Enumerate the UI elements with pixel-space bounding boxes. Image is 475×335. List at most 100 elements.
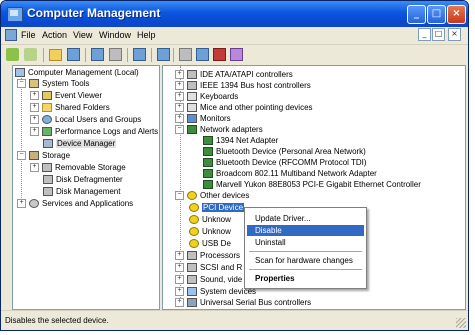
tree-item-label: Broadcom 802.11 Multiband Network Adapte… — [216, 169, 377, 178]
context-properties[interactable]: Properties — [247, 273, 364, 284]
resize-grip-icon[interactable] — [456, 318, 466, 328]
tree-item-services-and-applications[interactable]: + Services and Applications — [17, 198, 133, 209]
title-bar[interactable]: Computer Management _ □ × — [1, 1, 468, 27]
properties-icon[interactable] — [91, 48, 104, 61]
collapse-icon[interactable]: − — [17, 79, 26, 89]
tree-item-performance-logs[interactable]: + Performance Logs and Alerts — [30, 126, 158, 137]
mdi-close-button[interactable]: × — [448, 28, 461, 41]
tree-item-disk-management[interactable]: Disk Management — [43, 186, 120, 197]
menu-system-icon[interactable] — [5, 29, 17, 41]
tree-item-unknown-device[interactable]: Unknow — [189, 226, 231, 237]
expand-icon[interactable]: + — [175, 275, 184, 285]
expand-icon[interactable]: + — [30, 115, 39, 125]
context-uninstall[interactable]: Uninstall — [247, 237, 364, 248]
expand-icon[interactable]: + — [30, 91, 39, 101]
tree-item-computer-management-local[interactable]: Computer Management (Local) — [15, 67, 139, 78]
context-disable[interactable]: Disable — [247, 225, 364, 236]
collapse-icon[interactable]: − — [17, 151, 26, 161]
computer-icon[interactable] — [157, 48, 170, 61]
tree-item-pci-device[interactable]: PCI Device — [189, 202, 245, 213]
disable-icon[interactable] — [230, 48, 243, 61]
collapse-icon[interactable]: − — [175, 191, 184, 201]
tree-item-network-adapters[interactable]: − Network adapters — [175, 124, 263, 135]
tree-item-removable-storage[interactable]: + Removable Storage — [30, 162, 126, 173]
expand-icon[interactable]: + — [175, 92, 184, 102]
status-bar: Disables the selected device. — [1, 310, 468, 330]
removable-storage-icon — [42, 163, 52, 173]
tree-item-local-users-and-groups[interactable]: + Local Users and Groups — [30, 114, 141, 125]
tree-item-shared-folders[interactable]: + Shared Folders — [30, 102, 110, 113]
tree-item-device-manager[interactable]: Device Manager — [43, 138, 117, 149]
expand-icon[interactable]: + — [175, 70, 184, 80]
tree-item-disk-defragmenter[interactable]: Disk Defragmenter — [43, 174, 123, 185]
tree-item-label: Services and Applications — [42, 199, 134, 208]
expand-icon[interactable]: + — [30, 103, 39, 113]
menu-action[interactable]: Action — [42, 30, 67, 40]
menu-file[interactable]: File — [21, 30, 36, 40]
expand-icon[interactable]: + — [30, 127, 39, 137]
context-menu: Update Driver... Disable Uninstall Scan … — [244, 207, 367, 289]
tree-item-ide-controllers[interactable]: + IDE ATA/ATAPI controllers — [175, 69, 293, 80]
show-hide-tree-icon[interactable] — [67, 48, 80, 61]
console-tree[interactable]: Computer Management (Local) − System Tool… — [12, 65, 160, 310]
tree-item-sound[interactable]: + Sound, vide — [175, 274, 242, 285]
mdi-minimize-button[interactable]: _ — [418, 28, 431, 41]
tree-item-marvell-yukon[interactable]: Marvell Yukon 88E8053 PCI-E Gigabit Ethe… — [203, 179, 421, 190]
tree-item-monitors[interactable]: + Monitors — [175, 113, 231, 124]
expand-icon[interactable]: + — [175, 114, 184, 124]
tree-item-other-devices[interactable]: − Other devices — [175, 190, 249, 201]
context-update-driver[interactable]: Update Driver... — [247, 213, 364, 224]
tree-item-label: Computer Management (Local) — [28, 68, 139, 77]
expand-icon[interactable]: + — [175, 287, 184, 297]
tree-item-bluetooth-rfcomm[interactable]: Bluetooth Device (RFCOMM Protocol TDI) — [203, 157, 367, 168]
expand-icon[interactable]: + — [175, 81, 184, 91]
close-button[interactable]: × — [447, 5, 466, 24]
tree-item-system-tools[interactable]: − System Tools — [17, 78, 89, 89]
tree-item-usb-controllers[interactable]: + Universal Serial Bus controllers — [175, 297, 311, 308]
expand-icon[interactable]: + — [175, 103, 184, 113]
context-scan-hardware[interactable]: Scan for hardware changes — [247, 255, 364, 266]
tree-item-label: Other devices — [200, 191, 250, 200]
tree-item-label: System Tools — [42, 79, 90, 88]
tree-item-unknown-device[interactable]: Unknow — [189, 214, 231, 225]
tree-item-label: Shared Folders — [55, 103, 110, 112]
expand-icon[interactable]: + — [30, 163, 39, 173]
keyboard-icon — [187, 92, 197, 102]
disk-icon — [43, 187, 53, 197]
maximize-button[interactable]: □ — [427, 5, 446, 24]
menu-window[interactable]: Window — [99, 30, 131, 40]
back-arrow-icon[interactable] — [6, 48, 19, 61]
up-folder-icon[interactable] — [49, 49, 62, 61]
print-icon[interactable] — [109, 48, 122, 61]
expand-icon[interactable]: + — [175, 251, 184, 261]
toolbar-separator — [173, 48, 174, 62]
menu-help[interactable]: Help — [137, 30, 156, 40]
update-driver-icon[interactable] — [196, 48, 209, 61]
tree-item-keyboards[interactable]: + Keyboards — [175, 91, 238, 102]
mdi-restore-button[interactable]: □ — [432, 28, 445, 41]
tree-item-processors[interactable]: + Processors — [175, 250, 240, 261]
tree-item-broadcom-adapter[interactable]: Broadcom 802.11 Multiband Network Adapte… — [203, 168, 377, 179]
forward-arrow-icon[interactable] — [24, 48, 37, 61]
tree-item-label: Disk Defragmenter — [56, 175, 123, 184]
tree-item-ieee1394[interactable]: + IEEE 1394 Bus host controllers — [175, 80, 311, 91]
uninstall-icon[interactable] — [213, 48, 226, 61]
help-icon[interactable] — [133, 48, 146, 61]
tree-item-1394-net-adapter[interactable]: 1394 Net Adapter — [203, 135, 278, 146]
minimize-button[interactable]: _ — [407, 5, 426, 24]
expand-icon[interactable]: + — [175, 298, 184, 308]
scan-hardware-icon[interactable] — [179, 48, 192, 61]
tree-item-mice[interactable]: + Mice and other pointing devices — [175, 102, 313, 113]
toolbar-separator — [43, 48, 44, 62]
expand-icon[interactable]: + — [17, 199, 26, 209]
defrag-icon — [43, 175, 53, 185]
tree-item-storage[interactable]: − Storage — [17, 150, 70, 161]
tree-item-event-viewer[interactable]: + Event Viewer — [30, 90, 102, 101]
tree-item-scsi[interactable]: + SCSI and R — [175, 262, 242, 273]
tree-item-bluetooth-pan[interactable]: Bluetooth Device (Personal Area Network) — [203, 146, 366, 157]
menu-view[interactable]: View — [73, 30, 92, 40]
collapse-icon[interactable]: − — [175, 125, 184, 135]
tree-item-usb-device[interactable]: USB De — [189, 238, 231, 249]
network-icon — [187, 125, 197, 135]
expand-icon[interactable]: + — [175, 263, 184, 273]
